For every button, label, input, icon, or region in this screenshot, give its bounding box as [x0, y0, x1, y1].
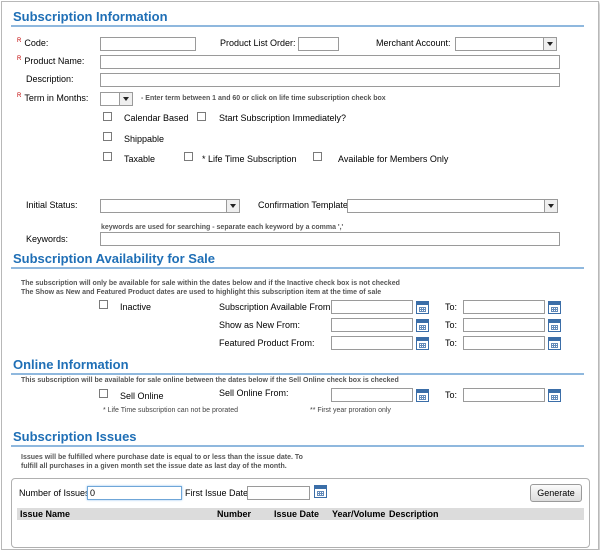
inactive-checkbox[interactable]	[99, 300, 108, 309]
section-divider	[11, 267, 584, 269]
featured-to-label: To:	[445, 338, 458, 348]
keywords-hint: keywords are used for searching - separa…	[101, 224, 344, 231]
taxable-label: Taxable	[124, 154, 156, 164]
inactive-label: Inactive	[120, 302, 152, 312]
number-of-issues-label: Number of Issues:	[19, 488, 93, 498]
calendar-based-checkbox[interactable]	[103, 112, 112, 121]
start-immediately-checkbox[interactable]	[197, 112, 206, 121]
calendar-icon[interactable]	[548, 337, 561, 350]
keywords-label: Keywords:	[26, 234, 69, 244]
featured-from-input[interactable]	[331, 336, 413, 350]
section-divider	[11, 445, 584, 447]
members-only-checkbox[interactable]	[313, 152, 322, 161]
calendar-icon[interactable]	[314, 485, 327, 498]
section-title-subscription-information: Subscription Information	[13, 9, 168, 24]
issues-note-1: Issues will be fulfilled where purchase …	[21, 454, 303, 461]
calendar-icon[interactable]	[548, 319, 561, 332]
show-new-from-input[interactable]	[331, 318, 413, 332]
sell-online-checkbox[interactable]	[99, 389, 108, 398]
first-issue-date-input[interactable]	[247, 486, 310, 500]
product-name-input[interactable]	[100, 55, 560, 69]
members-only-label: Available for Members Only	[338, 154, 449, 164]
calendar-icon[interactable]	[416, 319, 429, 332]
keywords-input[interactable]	[100, 232, 560, 246]
chevron-down-icon	[226, 200, 239, 212]
initial-status-select[interactable]	[100, 199, 240, 213]
product-name-label: R Product Name:	[17, 56, 85, 66]
sell-online-to-label: To:	[445, 390, 458, 400]
show-new-to-label: To:	[445, 320, 458, 330]
term-select[interactable]	[100, 92, 133, 106]
term-hint: - Enter term between 1 and 60 or click o…	[141, 95, 386, 102]
code-input[interactable]	[100, 37, 196, 51]
chevron-down-icon	[543, 38, 556, 50]
code-label: R Code:	[17, 38, 49, 48]
calendar-icon[interactable]	[416, 337, 429, 350]
calendar-based-label: Calendar Based	[124, 113, 189, 123]
description-input[interactable]	[100, 73, 560, 87]
issues-note-2: fulfill all purchases in a given month s…	[21, 463, 287, 470]
available-from-input[interactable]	[331, 300, 413, 314]
column-header-issue-name[interactable]: Issue Name	[17, 508, 216, 520]
merchant-account-select[interactable]	[455, 37, 557, 51]
online-note: This subscription will be available for …	[21, 377, 399, 384]
section-divider	[11, 373, 584, 375]
section-title-availability: Subscription Availability for Sale	[13, 251, 216, 266]
chevron-down-icon	[544, 200, 557, 212]
number-of-issues-input[interactable]	[87, 486, 182, 500]
sell-online-to-input[interactable]	[463, 388, 545, 402]
available-to-label: To:	[445, 302, 458, 312]
generate-button[interactable]: Generate	[530, 484, 582, 502]
available-to-input[interactable]	[463, 300, 545, 314]
availability-note-2: The Show as New and Featured Product dat…	[21, 289, 382, 296]
start-immediately-label: Start Subscription Immediately?	[219, 113, 347, 123]
sell-online-from-label: Sell Online From:	[219, 388, 289, 398]
featured-from-label: Featured Product From:	[219, 338, 315, 348]
taxable-checkbox[interactable]	[103, 152, 112, 161]
sell-online-from-input[interactable]	[331, 388, 413, 402]
initial-status-label: Initial Status:	[26, 200, 78, 210]
confirmation-template-label: Confirmation Template:	[258, 200, 351, 210]
featured-to-input[interactable]	[463, 336, 545, 350]
description-label: Description:	[26, 74, 74, 84]
section-title-online-information: Online Information	[13, 357, 129, 372]
calendar-icon[interactable]	[548, 389, 561, 402]
show-new-from-label: Show as New From:	[219, 320, 301, 330]
show-new-to-input[interactable]	[463, 318, 545, 332]
first-issue-date-label: First Issue Date:	[185, 488, 251, 498]
term-label: R Term in Months:	[17, 93, 89, 103]
product-list-order-label: Product List Order:	[220, 38, 296, 48]
chevron-down-icon	[119, 93, 132, 105]
section-title-subscription-issues: Subscription Issues	[13, 429, 137, 444]
column-header-issue-date[interactable]: Issue Date	[272, 508, 330, 520]
column-header-year-volume[interactable]: Year/Volume	[330, 508, 387, 520]
product-list-order-input[interactable]	[298, 37, 339, 51]
calendar-icon[interactable]	[548, 301, 561, 314]
sell-online-label: Sell Online	[120, 391, 164, 401]
available-from-label: Subscription Available From:	[219, 302, 333, 312]
life-time-label: * Life Time Subscription	[202, 154, 297, 164]
calendar-icon[interactable]	[416, 389, 429, 402]
first-year-note: ** First year proration only	[310, 407, 391, 414]
shippable-checkbox[interactable]	[103, 132, 112, 141]
column-header-number[interactable]: Number	[215, 508, 272, 520]
shippable-label: Shippable	[124, 134, 165, 144]
availability-note-1: The subscription will only be available …	[21, 280, 400, 287]
column-header-description[interactable]: Description	[387, 508, 584, 520]
section-divider	[11, 25, 584, 27]
confirmation-template-select[interactable]	[347, 199, 558, 213]
life-time-checkbox[interactable]	[184, 152, 193, 161]
calendar-icon[interactable]	[416, 301, 429, 314]
life-time-note: * Life Time subscription can not be pror…	[103, 407, 239, 414]
merchant-account-label: Merchant Account:	[376, 38, 451, 48]
